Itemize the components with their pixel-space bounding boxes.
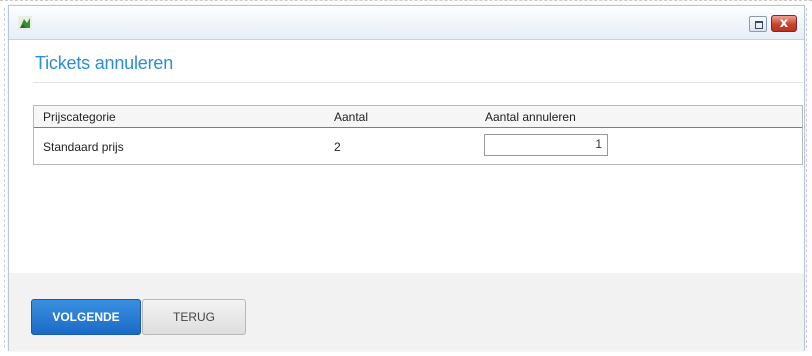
app-leaf-icon xyxy=(17,15,33,31)
tickets-table: Prijscategorie Aantal Aantal annuleren S… xyxy=(33,105,803,165)
backdrop-edge xyxy=(0,0,812,4)
close-button[interactable]: x xyxy=(771,15,797,32)
page-title: Tickets annuleren xyxy=(35,53,174,73)
backdrop-side-right xyxy=(806,8,807,348)
column-header-prijscategorie: Prijscategorie xyxy=(43,110,116,124)
dialog-window: x Tickets annuleren Prijscategorie Aanta… xyxy=(8,5,805,351)
title-bar[interactable]: x xyxy=(9,6,804,40)
cell-quantity: 2 xyxy=(334,140,341,154)
cancel-quantity-input[interactable]: 1 xyxy=(484,134,608,156)
next-button[interactable]: VOLGENDE xyxy=(31,299,141,335)
cell-category: Standaard prijs xyxy=(43,140,124,154)
dialog-footer: VOLGENDE TERUG xyxy=(9,273,804,351)
maximize-button[interactable] xyxy=(749,16,767,32)
title-divider xyxy=(33,82,803,83)
column-header-aantal: Aantal xyxy=(334,110,369,124)
back-button[interactable]: TERUG xyxy=(142,299,246,335)
backdrop-side-left xyxy=(4,8,5,348)
column-header-aantal-annuleren: Aantal annuleren xyxy=(485,110,576,124)
table-header: Prijscategorie Aantal Aantal annuleren xyxy=(34,106,802,128)
